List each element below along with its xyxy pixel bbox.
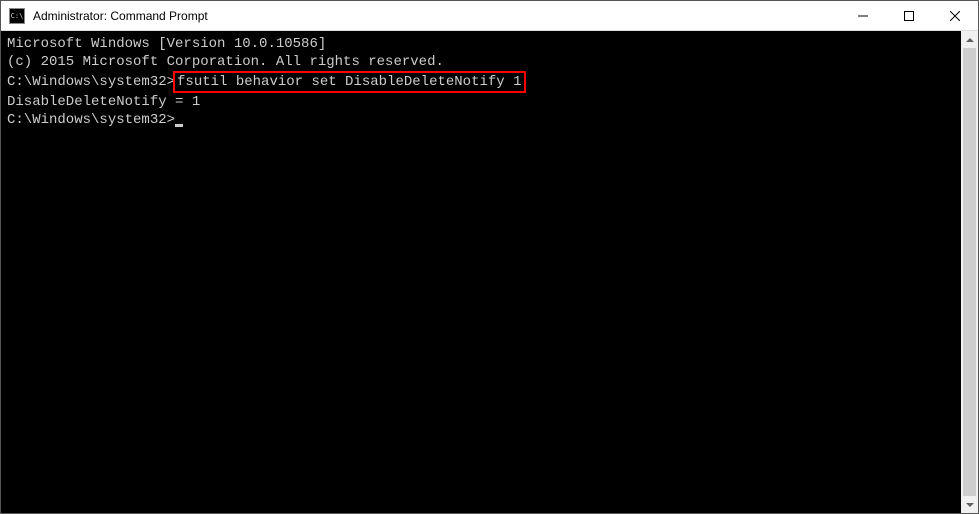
close-button[interactable] <box>932 1 978 30</box>
scroll-track[interactable] <box>961 48 978 496</box>
window-controls <box>840 1 978 30</box>
scroll-up-button[interactable] <box>961 31 978 48</box>
minimize-button[interactable] <box>840 1 886 30</box>
titlebar[interactable]: C:\ Administrator: Command Prompt <box>1 1 978 31</box>
vertical-scrollbar[interactable] <box>961 31 978 513</box>
command-line-1: C:\Windows\system32>fsutil behavior set … <box>7 71 955 93</box>
version-line: Microsoft Windows [Version 10.0.10586] <box>7 35 955 53</box>
output-line: DisableDeleteNotify = 1 <box>7 93 955 111</box>
minimize-icon <box>858 11 868 21</box>
copyright-line: (c) 2015 Microsoft Corporation. All righ… <box>7 53 955 71</box>
command-prompt-window: C:\ Administrator: Command Prompt Micros… <box>0 0 979 514</box>
terminal-output[interactable]: Microsoft Windows [Version 10.0.10586](c… <box>1 31 961 513</box>
command-line-2: C:\Windows\system32> <box>7 111 955 129</box>
window-title: Administrator: Command Prompt <box>31 9 840 23</box>
scroll-thumb[interactable] <box>963 48 976 496</box>
chevron-up-icon <box>966 38 974 42</box>
terminal-area: Microsoft Windows [Version 10.0.10586](c… <box>1 31 978 513</box>
highlighted-command: fsutil behavior set DisableDeleteNotify … <box>173 71 525 93</box>
scroll-down-button[interactable] <box>961 496 978 513</box>
maximize-button[interactable] <box>886 1 932 30</box>
close-icon <box>950 11 960 21</box>
cursor <box>175 124 183 127</box>
maximize-icon <box>904 11 914 21</box>
prompt-path: C:\Windows\system32> <box>7 112 175 128</box>
prompt-path: C:\Windows\system32> <box>7 74 175 90</box>
chevron-down-icon <box>966 503 974 507</box>
cmd-icon: C:\ <box>9 8 25 24</box>
